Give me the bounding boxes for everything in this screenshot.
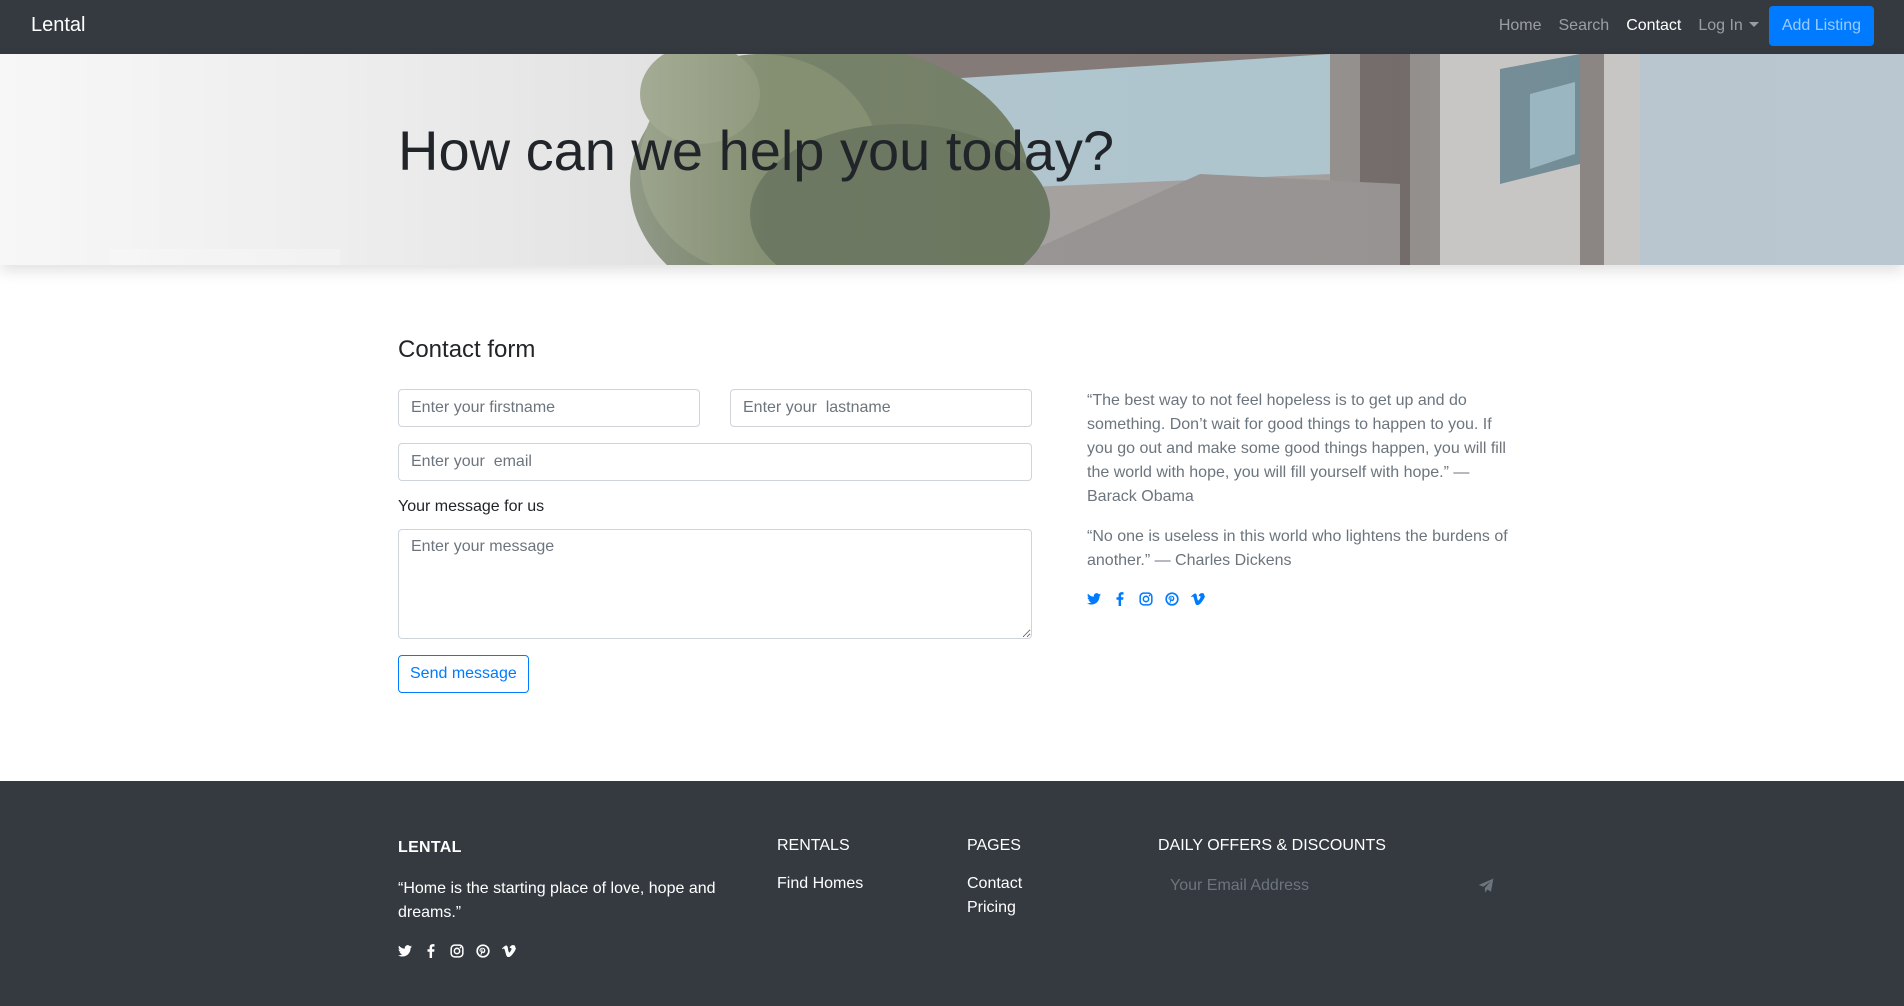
firstname-input[interactable] [398,389,700,427]
nav-link-search[interactable]: Search [1559,17,1610,35]
nav-dropdown-login[interactable]: Log In [1698,17,1759,35]
instagram-icon[interactable] [1138,591,1154,607]
quote-dickens: “No one is useless in this world who lig… [1087,528,1508,569]
quote-obama: “The best way to not feel hopeless is to… [1087,392,1506,505]
footer-link-find-homes[interactable]: Find Homes [777,872,863,896]
footer-link-pricing[interactable]: Pricing [967,896,1016,920]
vimeo-icon[interactable] [1190,591,1206,607]
paper-plane-icon[interactable] [1478,878,1494,894]
newsletter-email-input[interactable] [1158,867,1500,905]
hero-title: How can we help you today? [398,119,1114,182]
footer: LENTAL “Home is the starting place of lo… [0,781,1904,1006]
nav-link-home[interactable]: Home [1499,17,1542,35]
email-input[interactable] [398,443,1032,481]
nav-links: Home Search Contact Log In Add Listing [1482,6,1874,46]
contact-form-heading: Contact form [398,336,536,363]
add-listing-button[interactable]: Add Listing [1768,6,1874,46]
facebook-icon[interactable] [423,943,439,959]
footer-link-contact[interactable]: Contact [967,872,1022,896]
brand-logo[interactable]: Lental [31,14,86,37]
message-textarea[interactable] [398,529,1032,639]
message-label: Your message for us [398,498,545,515]
navbar: Lental Home Search Contact Log In Add Li… [0,0,1904,54]
pinterest-icon[interactable] [1164,591,1180,607]
add-listing-label: Add Listing [1781,17,1861,34]
pinterest-icon[interactable] [475,943,491,959]
twitter-icon[interactable] [1086,591,1102,607]
lastname-input[interactable] [730,389,1032,427]
footer-brand: LENTAL [398,839,462,856]
hero-banner: How can we help you today? [0,54,1904,265]
footer-pages-title: PAGES [967,837,1021,854]
twitter-icon[interactable] [397,943,413,959]
instagram-icon[interactable] [449,943,465,959]
caret-down-icon [1748,22,1759,27]
facebook-icon[interactable] [1112,591,1128,607]
footer-rentals-title: RENTALS [777,837,850,854]
footer-tagline: “Home is the starting place of love, hop… [398,880,716,921]
nav-link-contact[interactable]: Contact [1626,17,1681,35]
social-links [1086,591,1216,607]
footer-offers-title: DAILY OFFERS & DISCOUNTS [1158,837,1386,854]
vimeo-icon[interactable] [501,943,517,959]
footer-social-links [397,943,527,959]
send-message-button[interactable]: Send message [398,655,529,693]
nav-login-label: Log In [1698,17,1743,34]
